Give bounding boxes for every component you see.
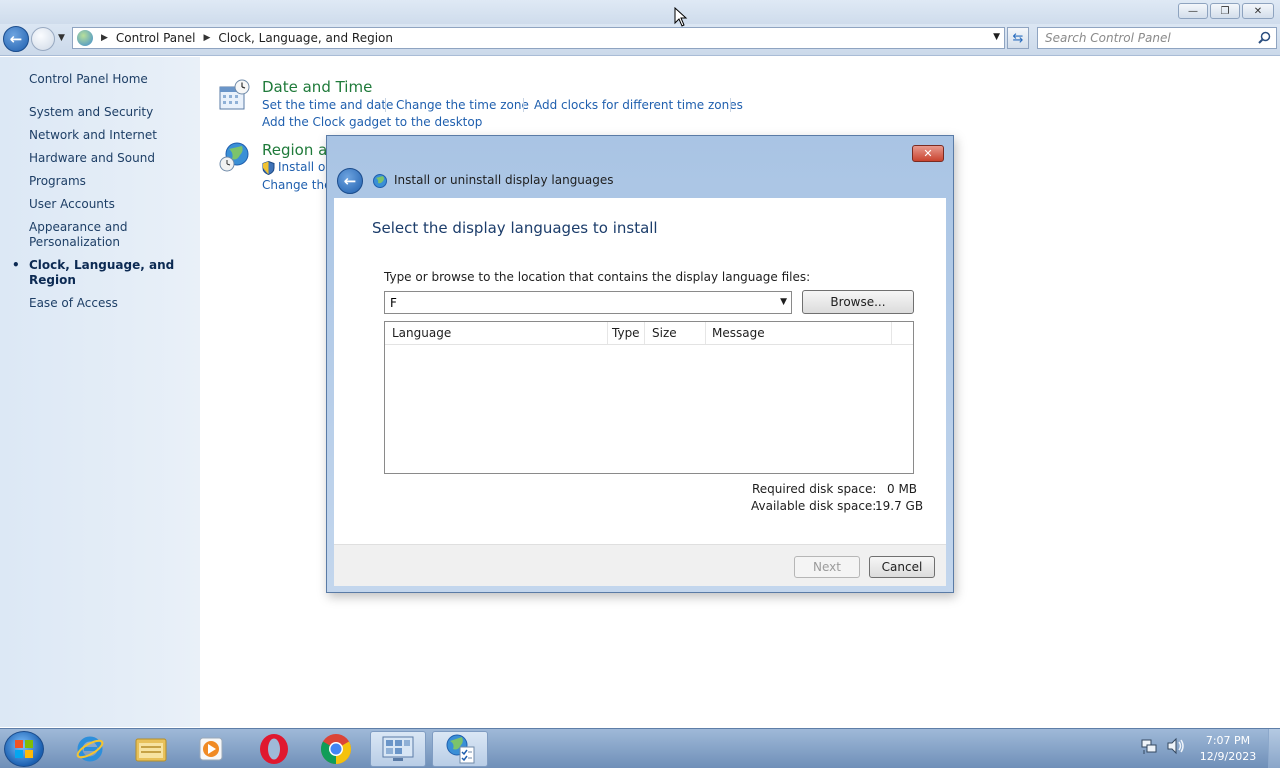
search-input[interactable] bbox=[1038, 28, 1248, 48]
volume-icon[interactable] bbox=[1166, 737, 1186, 755]
path-label: Type or browse to the location that cont… bbox=[384, 270, 811, 284]
dialog-title: Install or uninstall display languages bbox=[394, 173, 614, 187]
column-divider[interactable] bbox=[644, 322, 645, 344]
dialog-back-button[interactable]: ← bbox=[337, 168, 363, 194]
maximize-button[interactable]: ❐ bbox=[1210, 3, 1240, 19]
control-panel-home-link[interactable]: Control Panel Home bbox=[29, 72, 148, 86]
address-dropdown-icon[interactable]: ▼ bbox=[993, 32, 1000, 42]
folder-icon bbox=[135, 738, 167, 762]
link-divider bbox=[385, 98, 386, 112]
sidebar-item-system-security[interactable]: System and Security bbox=[29, 105, 194, 120]
recent-pages-dropdown[interactable]: ▼ bbox=[58, 33, 65, 43]
install-languages-link[interactable]: Install or bbox=[278, 160, 330, 174]
column-message[interactable]: Message bbox=[712, 326, 765, 340]
clock-time: 7:07 PM bbox=[1205, 734, 1251, 747]
opera-icon bbox=[260, 734, 288, 764]
chevron-right-icon[interactable]: ▶ bbox=[204, 33, 211, 43]
set-time-date-link[interactable]: Set the time and date bbox=[262, 98, 393, 112]
add-clock-gadget-link[interactable]: Add the Clock gadget to the desktop bbox=[262, 115, 482, 129]
sidebar-item-hardware-sound[interactable]: Hardware and Sound bbox=[29, 151, 194, 166]
breadcrumb-clock-language-region[interactable]: Clock, Language, and Region bbox=[218, 31, 393, 45]
refresh-button[interactable]: ⇆ bbox=[1007, 27, 1029, 49]
mouse-cursor-icon bbox=[674, 7, 688, 27]
browse-button[interactable]: Browse... bbox=[802, 290, 914, 314]
column-divider[interactable] bbox=[705, 322, 706, 344]
search-box[interactable] bbox=[1037, 27, 1277, 49]
navigation-bar: ← ▼ ▶ Control Panel ▶ Clock, Language, a… bbox=[0, 24, 1280, 56]
sidebar-item-appearance[interactable]: Appearance and Personalization bbox=[29, 220, 194, 250]
dialog-footer: Next Cancel bbox=[334, 544, 946, 586]
taskbar-file-explorer[interactable] bbox=[123, 731, 179, 767]
change-time-zone-link[interactable]: Change the time zone bbox=[396, 98, 529, 112]
column-divider[interactable] bbox=[891, 322, 892, 344]
region-language-title[interactable]: Region ar bbox=[262, 141, 333, 159]
close-button[interactable]: ✕ bbox=[1242, 3, 1274, 19]
column-language[interactable]: Language bbox=[392, 326, 451, 340]
minimize-button[interactable]: — bbox=[1178, 3, 1208, 19]
taskbar-media-player[interactable] bbox=[184, 731, 240, 767]
taskbar-opera[interactable] bbox=[246, 731, 302, 767]
control-panel-icon bbox=[77, 30, 93, 46]
required-space-label: Required disk space: bbox=[752, 482, 877, 496]
taskbar-chrome[interactable] bbox=[308, 731, 364, 767]
column-size[interactable]: Size bbox=[652, 326, 677, 340]
window-controls: — ❐ ✕ bbox=[1178, 3, 1274, 19]
install-languages-dialog: ✕ ← Install or uninstall display languag… bbox=[326, 135, 954, 593]
start-button[interactable] bbox=[4, 731, 44, 767]
language-globe-icon bbox=[373, 174, 387, 188]
taskbar-language-installer[interactable] bbox=[432, 731, 488, 767]
available-space-value: 19.7 GB bbox=[875, 499, 924, 513]
column-divider[interactable] bbox=[607, 322, 608, 344]
sidebar-item-user-accounts[interactable]: User Accounts bbox=[29, 197, 194, 212]
required-space-value: 0 MB bbox=[887, 482, 918, 496]
window-titlebar: — ❐ ✕ bbox=[0, 0, 1280, 24]
cancel-button[interactable]: Cancel bbox=[869, 556, 935, 578]
taskbar-control-panel[interactable] bbox=[370, 731, 426, 767]
column-type[interactable]: Type bbox=[612, 326, 640, 340]
internet-explorer-icon bbox=[76, 736, 104, 762]
path-input[interactable] bbox=[385, 292, 765, 313]
path-combobox[interactable]: ▼ bbox=[384, 291, 792, 314]
sidebar-category-list: System and Security Network and Internet… bbox=[12, 105, 194, 319]
sidebar-item-ease-of-access[interactable]: Ease of Access bbox=[29, 296, 194, 311]
breadcrumb-control-panel[interactable]: Control Panel bbox=[116, 31, 196, 45]
sidebar-item-clock-language-region[interactable]: Clock, Language, and Region bbox=[12, 258, 194, 288]
chrome-icon bbox=[320, 734, 352, 764]
sidebar-item-programs[interactable]: Programs bbox=[29, 174, 194, 189]
windows-logo-icon bbox=[15, 740, 33, 758]
clock-date: 12/9/2023 bbox=[1199, 750, 1257, 763]
change-region-link[interactable]: Change the bbox=[262, 178, 331, 192]
search-icon[interactable] bbox=[1258, 31, 1271, 44]
sidebar-item-network-internet[interactable]: Network and Internet bbox=[29, 128, 194, 143]
forward-button[interactable] bbox=[31, 27, 55, 51]
language-list[interactable]: Language Type Size Message bbox=[384, 321, 914, 474]
available-space-label: Available disk space: bbox=[751, 499, 877, 513]
back-button[interactable]: ← bbox=[3, 26, 29, 52]
next-button[interactable]: Next bbox=[794, 556, 860, 578]
control-panel-icon bbox=[382, 736, 414, 761]
shield-icon bbox=[262, 161, 275, 175]
chevron-right-icon[interactable]: ▶ bbox=[101, 33, 108, 43]
date-time-title[interactable]: Date and Time bbox=[262, 78, 372, 96]
address-bar[interactable]: ▶ Control Panel ▶ Clock, Language, and R… bbox=[72, 27, 1005, 49]
calendar-clock-icon[interactable] bbox=[218, 79, 250, 111]
link-divider bbox=[523, 98, 524, 112]
language-globe-icon bbox=[446, 734, 475, 764]
link-divider bbox=[730, 98, 731, 112]
taskbar-clock[interactable]: 7:07 PM 12/9/2023 bbox=[1196, 733, 1260, 765]
media-player-icon bbox=[199, 737, 223, 761]
dialog-body: Select the display languages to install … bbox=[334, 198, 946, 544]
sidebar: Control Panel Home System and Security N… bbox=[0, 57, 200, 727]
show-desktop-button[interactable] bbox=[1268, 729, 1280, 768]
taskbar-internet-explorer[interactable] bbox=[62, 731, 118, 767]
dialog-heading: Select the display languages to install bbox=[372, 219, 658, 237]
language-list-header: Language Type Size Message bbox=[385, 322, 913, 345]
dialog-close-button[interactable]: ✕ bbox=[912, 145, 944, 162]
globe-clock-icon[interactable] bbox=[218, 141, 250, 173]
network-icon[interactable] bbox=[1140, 737, 1158, 755]
path-dropdown-icon[interactable]: ▼ bbox=[780, 297, 787, 307]
taskbar: 7:07 PM 12/9/2023 bbox=[0, 728, 1280, 768]
system-tray bbox=[1140, 737, 1186, 755]
add-clocks-link[interactable]: Add clocks for different time zones bbox=[534, 98, 743, 112]
